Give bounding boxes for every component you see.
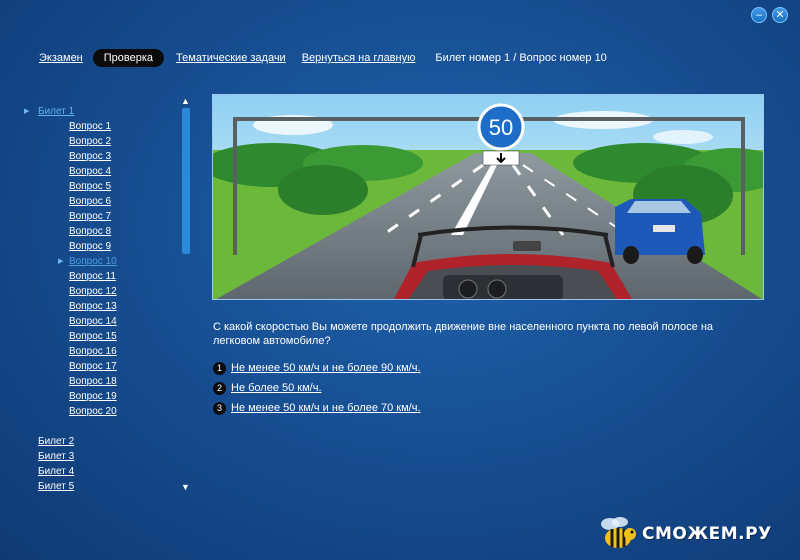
tree-question-label: Вопрос 1 (69, 121, 112, 132)
tree-question-17[interactable]: Вопрос 17 (24, 359, 174, 374)
bee-icon (601, 517, 636, 548)
tree-question-12[interactable]: Вопрос 12 (24, 284, 174, 299)
tree-question-label: Вопрос 12 (69, 286, 117, 297)
tree-question-label: Вопрос 13 (69, 301, 117, 312)
tree-question-label: Вопрос 18 (69, 376, 117, 387)
tree-ticket-2[interactable]: Билет 2 (24, 434, 174, 449)
question-text: С какой скоростью Вы можете продолжить д… (213, 321, 714, 347)
tree-question-10[interactable]: ▶ Вопрос 10 (24, 254, 174, 269)
tree-question-11[interactable]: Вопрос 11 (24, 269, 174, 284)
nav-home-link[interactable]: Вернуться на главную (302, 52, 416, 64)
road-scene-image: 50 (213, 95, 763, 299)
ticket-tree: ▶ Билет 1 Вопрос 1 Вопрос 2 Вопрос 3 Вопрос 4… (24, 104, 174, 494)
tree-ticket-label: Билет 1 (38, 106, 75, 117)
tree-question-label: Вопрос 11 (69, 271, 116, 282)
tree-question-14[interactable]: Вопрос 14 (24, 314, 174, 329)
tree-question-13[interactable]: Вопрос 13 (24, 299, 174, 314)
tree-ticket-5[interactable]: Билет 5 (24, 479, 174, 494)
nav-topics-link[interactable]: Тематические задачи (176, 52, 286, 64)
tree-question-label: Вопрос 15 (69, 331, 117, 342)
answer-option-3[interactable]: 3 Не менее 50 км/ч и не более 70 км/ч. (213, 398, 421, 418)
nav-check-button[interactable]: Проверка (92, 49, 165, 67)
active-marker-icon: ▶ (58, 258, 64, 265)
tree-question-label: Вопрос 17 (69, 361, 117, 372)
tree-question-label: Вопрос 8 (69, 226, 112, 237)
tree-question-label: Вопрос 9 (69, 241, 112, 252)
tree-question-9[interactable]: Вопрос 9 (24, 239, 174, 254)
scroll-up-arrow[interactable]: ▲ (181, 96, 190, 106)
site-logo: СМОЖЕМ.РУ (598, 516, 772, 552)
answer-text[interactable]: Не менее 50 км/ч и не более 70 км/ч. (231, 402, 421, 414)
tree-question-3[interactable]: Вопрос 3 (24, 149, 174, 164)
tree-question-label: Вопрос 3 (69, 151, 112, 162)
top-navigation: Экзамен Проверка Тематические задачи Вер… (39, 48, 607, 68)
tree-question-label: Вопрос 6 (69, 196, 112, 207)
tree-question-6[interactable]: Вопрос 6 (24, 194, 174, 209)
tree-question-label: Вопрос 7 (69, 211, 112, 222)
tree-question-label: Вопрос 2 (69, 136, 112, 147)
tree-ticket-4[interactable]: Билет 4 (24, 464, 174, 479)
tree-question-label: Вопрос 4 (69, 166, 112, 177)
tree-question-label: Вопрос 10 (69, 256, 117, 267)
tree-question-label: Вопрос 16 (69, 346, 117, 357)
close-button[interactable]: ✕ (772, 7, 788, 23)
answer-number-badge: 2 (213, 381, 226, 395)
expanded-marker-icon: ▶ (24, 108, 30, 115)
breadcrumb: Билет номер 1 / Вопрос номер 10 (435, 52, 607, 64)
tree-ticket-3[interactable]: Билет 3 (24, 449, 174, 464)
answer-option-2[interactable]: 2 Не более 50 км/ч. (213, 378, 421, 398)
answer-text[interactable]: Не менее 50 км/ч и не более 90 км/ч. (231, 362, 421, 374)
tree-ticket-1[interactable]: ▶ Билет 1 (24, 104, 174, 119)
tree-question-label: Вопрос 14 (69, 316, 117, 327)
tree-question-5[interactable]: Вопрос 5 (24, 179, 174, 194)
speed-sign-text: 50 (489, 115, 513, 140)
answer-text[interactable]: Не более 50 км/ч. (231, 382, 322, 394)
scroll-down-arrow[interactable]: ▼ (181, 482, 190, 492)
tree-question-18[interactable]: Вопрос 18 (24, 374, 174, 389)
question-illustration: 50 (212, 94, 764, 300)
answer-number-badge: 3 (213, 401, 226, 415)
tree-question-2[interactable]: Вопрос 2 (24, 134, 174, 149)
nav-exam-link[interactable]: Экзамен (39, 52, 83, 64)
answer-list: 1 Не менее 50 км/ч и не более 90 км/ч. 2 Не… (213, 358, 421, 418)
answer-number-badge: 1 (213, 361, 226, 375)
minimize-button[interactable]: – (751, 7, 767, 23)
tree-question-label: Вопрос 20 (69, 406, 117, 417)
tree-question-15[interactable]: Вопрос 15 (24, 329, 174, 344)
tree-question-4[interactable]: Вопрос 4 (24, 164, 174, 179)
tree-question-20[interactable]: Вопрос 20 (24, 404, 174, 419)
tree-question-7[interactable]: Вопрос 7 (24, 209, 174, 224)
tree-question-label: Вопрос 5 (69, 181, 112, 192)
tree-question-1[interactable]: Вопрос 1 (24, 119, 174, 134)
answer-option-1[interactable]: 1 Не менее 50 км/ч и не более 90 км/ч. (213, 358, 421, 378)
tree-question-19[interactable]: Вопрос 19 (24, 389, 174, 404)
tree-question-16[interactable]: Вопрос 16 (24, 344, 174, 359)
tree-question-8[interactable]: Вопрос 8 (24, 224, 174, 239)
tree-question-label: Вопрос 19 (69, 391, 117, 402)
watermark-text: СМОЖЕМ.РУ (642, 524, 772, 544)
scrollbar-thumb[interactable] (182, 108, 190, 254)
